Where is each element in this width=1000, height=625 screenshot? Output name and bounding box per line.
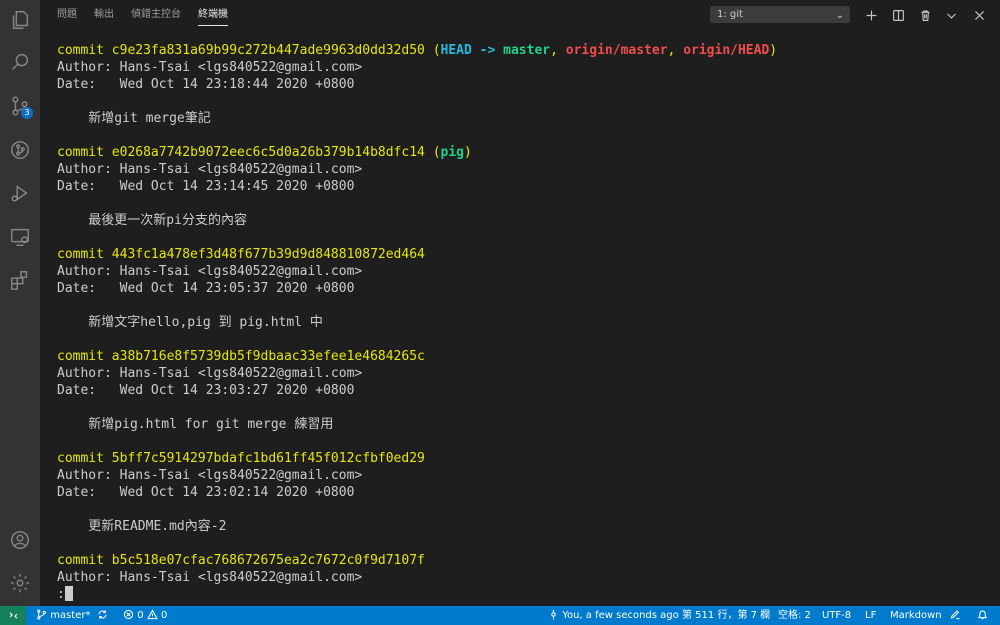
terminal-output[interactable]: commit c9e23fa831a69b99c272b447ade9963d0… <box>57 42 987 602</box>
trash-icon[interactable] <box>916 6 934 24</box>
refs-open: ( <box>424 145 441 160</box>
git-commit-icon <box>551 609 556 620</box>
author-line: Author: Hans-Tsai <lgs840522@gmail.com> <box>57 366 363 381</box>
close-icon[interactable] <box>970 6 988 24</box>
encoding-status[interactable]: UTF-8 <box>822 606 851 625</box>
refs-close: ) <box>769 43 778 58</box>
author-line: Author: Hans-Tsai <lgs840522@gmail.com> <box>57 570 363 585</box>
new-terminal-icon[interactable] <box>862 6 880 24</box>
remote-icon <box>9 612 17 619</box>
commit-prefix: commit <box>57 43 112 58</box>
panel-header: 問題 輸出 偵錯主控台 終端機 1: git ⌄ <box>40 0 1000 30</box>
error-icon <box>123 609 134 620</box>
commit-hash: e0268a7742b9072eec6c5d0a26b379b14b8dfc14 <box>111 145 425 160</box>
commit-line: commit c9e23fa831a69b99c272b447ade9963d0… <box>57 42 987 59</box>
message-line: 新增pig.html for git merge 練習用 <box>57 417 334 432</box>
commit-line: commit 5bff7c5914297bdafc1bd61ff45f012cf… <box>57 451 425 466</box>
status-bar: master* 0 0 You, a few seconds ago 第 511… <box>0 606 1000 625</box>
git-blame-status[interactable]: You, a few seconds ago <box>548 606 679 625</box>
author-line: Author: Hans-Tsai <lgs840522@gmail.com> <box>57 468 363 483</box>
explorer-icon[interactable] <box>0 0 40 40</box>
error-count: 0 <box>137 610 144 621</box>
tab-output[interactable]: 輸出 <box>94 0 114 30</box>
maximize-chevron-icon[interactable] <box>942 6 960 24</box>
accounts-icon[interactable] <box>0 520 40 560</box>
activity-bar: 3 <box>0 0 40 606</box>
search-icon[interactable] <box>0 42 40 82</box>
ref-origin-head: origin/HEAD <box>683 43 770 58</box>
terminal-select[interactable]: 1: git ⌄ <box>710 6 850 23</box>
message-line: 新增git merge筆記 <box>57 111 211 126</box>
commit-prefix: commit <box>57 145 112 160</box>
source-control-icon[interactable]: 3 <box>0 86 40 126</box>
branch-name: master* <box>50 610 91 621</box>
language-mode[interactable]: Markdown <box>890 606 942 625</box>
date-line: Date: Wed Oct 14 23:18:44 2020 +0800 <box>57 77 355 92</box>
extensions-icon[interactable] <box>0 260 40 300</box>
commit-line: commit a38b716e8f5739db5f9dbaac33efee1e4… <box>57 349 425 364</box>
ref-separator: , <box>667 43 684 58</box>
warning-icon <box>146 609 158 620</box>
author-line: Author: Hans-Tsai <lgs840522@gmail.com> <box>57 60 363 75</box>
commit-line: commit 443fc1a478ef3d48f677b39d9d8488108… <box>57 247 425 262</box>
eol-status[interactable]: LF <box>865 606 876 625</box>
author-line: Author: Hans-Tsai <lgs840522@gmail.com> <box>57 264 363 279</box>
remote-explorer-icon[interactable] <box>0 217 40 257</box>
panel-tabs: 問題 輸出 偵錯主控台 終端機 <box>57 0 245 30</box>
blame-text: You, a few seconds ago <box>562 610 679 621</box>
message-line: 最後更一次新pi分支的內容 <box>57 213 247 228</box>
refs-open: ( <box>424 43 441 58</box>
pager-prompt: : <box>57 587 65 602</box>
ref-master: master <box>503 43 551 58</box>
feedback-icon[interactable] <box>950 606 961 625</box>
author-line: Author: Hans-Tsai <lgs840522@gmail.com> <box>57 162 363 177</box>
tab-problems[interactable]: 問題 <box>57 0 77 30</box>
sync-button[interactable] <box>97 606 108 625</box>
run-debug-icon[interactable] <box>0 173 40 213</box>
ref-separator: , <box>550 43 566 58</box>
branch-status[interactable]: master* <box>36 606 90 625</box>
warning-count: 0 <box>160 610 168 621</box>
scm-badge: 3 <box>21 107 33 119</box>
git-graph-icon[interactable] <box>0 130 40 170</box>
date-line: Date: Wed Oct 14 23:03:27 2020 +0800 <box>57 383 355 398</box>
remote-indicator[interactable] <box>0 606 26 625</box>
ref-origin-master: origin/master <box>565 43 668 58</box>
commit-line: commit b5c518e07cfac768672675ea2c7672c0f… <box>57 553 425 568</box>
commit-hash: c9e23fa831a69b99c272b447ade9963d0dd32d50 <box>111 43 425 58</box>
chevron-down-icon: ⌄ <box>835 10 844 21</box>
ref-head: HEAD -> <box>440 43 504 58</box>
tab-terminal[interactable]: 終端機 <box>198 0 228 30</box>
settings-gear-icon[interactable] <box>0 563 40 603</box>
date-line: Date: Wed Oct 14 23:02:14 2020 +0800 <box>57 485 355 500</box>
commit-line: commit e0268a7742b9072eec6c5d0a26b379b14… <box>57 144 987 161</box>
tab-debug-console[interactable]: 偵錯主控台 <box>131 0 181 30</box>
date-line: Date: Wed Oct 14 23:05:37 2020 +0800 <box>57 281 355 296</box>
sync-icon <box>98 610 107 619</box>
message-line: 更新README.md內容-2 <box>57 519 227 534</box>
ref-pig: pig <box>440 145 465 160</box>
notifications-bell-icon[interactable] <box>977 606 988 625</box>
problems-status[interactable]: 0 0 <box>123 606 167 625</box>
terminal-select-value: 1: git <box>717 9 743 20</box>
git-branch-icon <box>37 609 46 620</box>
pager-prompt-line[interactable]: : <box>57 586 987 603</box>
terminal-cursor <box>64 586 73 601</box>
refs-close: ) <box>464 145 472 160</box>
date-line: Date: Wed Oct 14 23:14:45 2020 +0800 <box>57 179 355 194</box>
split-terminal-icon[interactable] <box>889 6 907 24</box>
message-line: 新增文字hello,pig 到 pig.html 中 <box>57 315 323 330</box>
cursor-position[interactable]: 第 511 行，第 7 欄 <box>682 606 770 625</box>
indentation-status[interactable]: 空格: 2 <box>778 606 811 625</box>
